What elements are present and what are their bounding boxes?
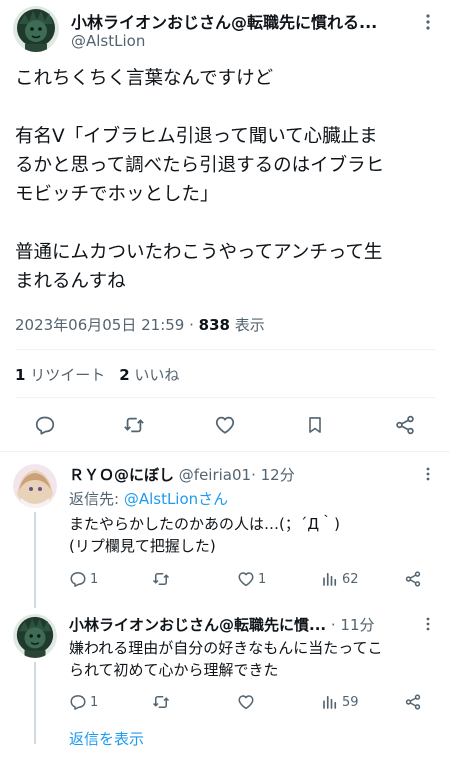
reply-reply-button[interactable]: 1 xyxy=(69,570,98,588)
views-label: 表示 xyxy=(229,316,265,334)
retweet-icon xyxy=(152,573,170,585)
tweet-body: これちくちく言葉なんですけど 有名V「イブラヒム引退って聞いて心臓止ま るかと思… xyxy=(15,64,437,296)
reply-body: 嫌われる理由が自分の好きなもんに当たってこ られて初めて心から理解できた xyxy=(69,637,439,681)
reply-like-button[interactable]: 1 xyxy=(237,570,266,588)
reply-count: 1 xyxy=(90,571,99,587)
heart-icon xyxy=(238,572,254,587)
reply-author-avatar[interactable] xyxy=(13,614,57,658)
divider xyxy=(15,397,435,398)
reply-icon xyxy=(70,695,86,710)
reply-body-line: 嫌われる理由が自分の好きなもんに当たってこ xyxy=(69,639,383,657)
like-count: 1 xyxy=(258,571,267,587)
replying-to: 返信先: @AlstLionさん xyxy=(69,488,228,509)
reply-time: · 11分 xyxy=(330,616,375,634)
replying-to-handle[interactable]: @AlstLion xyxy=(124,490,198,508)
author-handle[interactable]: @AlstLion xyxy=(71,32,145,50)
views-icon xyxy=(323,572,337,586)
heart-icon xyxy=(238,695,254,710)
reply-author-name[interactable]: 小林ライオンおじさん@転職先に慣... xyxy=(69,616,326,634)
replying-to-suffix: さん xyxy=(198,490,229,508)
tweet-meta: 2023年06月05日 21:59 · 838 表示 xyxy=(15,314,265,335)
reply-body-line: (リプ欄見て把握した) xyxy=(69,537,216,555)
tweet-body-line: 有名V「イブラヒム引退って聞いて心臓止ま xyxy=(15,126,378,147)
retweet-button[interactable] xyxy=(119,410,149,440)
divider xyxy=(0,451,450,452)
likes-stat[interactable]: 2 いいね xyxy=(119,366,179,384)
tweet-body-line: 普通にムカついたわこうやってアンチって生 xyxy=(15,242,383,263)
reply-retweet-button[interactable] xyxy=(152,570,173,588)
reply-icon xyxy=(35,416,55,435)
share-icon xyxy=(405,571,421,587)
share-button[interactable] xyxy=(390,410,420,440)
reply-author-avatar[interactable] xyxy=(13,464,57,508)
share-icon xyxy=(396,415,414,435)
reply-header: ＲＹＯ@にぼし @feiria01· 12分 xyxy=(69,464,295,485)
tweet-body-line: これちくちく言葉なんですけど xyxy=(15,68,274,89)
tweet-body-line: モビッチでホッとした」 xyxy=(15,184,219,205)
likes-count: 2 xyxy=(119,366,130,384)
retweet-icon xyxy=(152,696,170,708)
reply-author-handle[interactable]: @feiria01 xyxy=(179,466,251,484)
reply-body-line: またやらかしたのかあの人は…(；´Д｀) xyxy=(69,515,340,533)
views-icon xyxy=(323,695,337,709)
bookmark-icon xyxy=(309,417,321,433)
author-avatar[interactable] xyxy=(13,6,59,52)
show-replies-link[interactable]: 返信を表示 xyxy=(69,728,144,749)
reply-header: 小林ライオンおじさん@転職先に慣... · 11分 xyxy=(69,614,375,635)
heart-icon xyxy=(215,416,235,434)
replying-to-prefix: 返信先: xyxy=(69,490,124,508)
tweet-body-line: るかと思って調べたら引退するのはイブラヒ xyxy=(15,155,385,176)
tweet-body-line: まれるんすね xyxy=(15,271,126,292)
more-options-icon[interactable] xyxy=(420,616,436,632)
reply-count: 1 xyxy=(90,694,99,710)
reply-time: · 12分 xyxy=(251,466,295,484)
views-count: 838 xyxy=(198,316,230,334)
like-button[interactable] xyxy=(210,410,240,440)
thread-line xyxy=(34,512,36,608)
reply-button[interactable] xyxy=(30,410,60,440)
more-options-icon[interactable] xyxy=(418,12,438,32)
retweets-label: リツイート xyxy=(25,366,106,384)
retweet-icon xyxy=(124,417,144,433)
divider xyxy=(15,349,435,350)
likes-label: いいね xyxy=(129,366,180,384)
tweet-timestamp[interactable]: 2023年06月05日 21:59 xyxy=(15,316,184,334)
engagement-stats: 1 リツイート 2 いいね xyxy=(15,364,179,385)
reply-views-button[interactable]: 62 xyxy=(321,570,359,588)
retweets-stat[interactable]: 1 リツイート xyxy=(15,366,105,384)
reply-author-name[interactable]: ＲＹＯ@にぼし xyxy=(69,466,174,484)
meta-separator: · xyxy=(184,316,199,334)
reply-icon xyxy=(70,572,86,587)
retweets-count: 1 xyxy=(15,366,26,384)
view-count: 62 xyxy=(342,571,359,587)
reply-body-line: られて初めて心から理解できた xyxy=(69,661,279,679)
share-icon xyxy=(405,694,421,710)
reply-share-button[interactable] xyxy=(404,693,422,711)
view-count: 59 xyxy=(342,694,359,710)
reply-body: またやらかしたのかあの人は…(；´Д｀) (リプ欄見て把握した) xyxy=(69,513,439,557)
bookmark-button[interactable] xyxy=(300,410,330,440)
reply-like-button[interactable] xyxy=(237,693,258,711)
reply-share-button[interactable] xyxy=(404,570,422,588)
author-name[interactable]: 小林ライオンおじさん@転職先に慣れる... xyxy=(71,9,401,33)
more-options-icon[interactable] xyxy=(420,466,436,482)
thread-dots xyxy=(34,724,36,744)
reply-retweet-button[interactable] xyxy=(152,693,173,711)
reply-views-button[interactable]: 59 xyxy=(321,693,359,711)
reply-reply-button[interactable]: 1 xyxy=(69,693,98,711)
